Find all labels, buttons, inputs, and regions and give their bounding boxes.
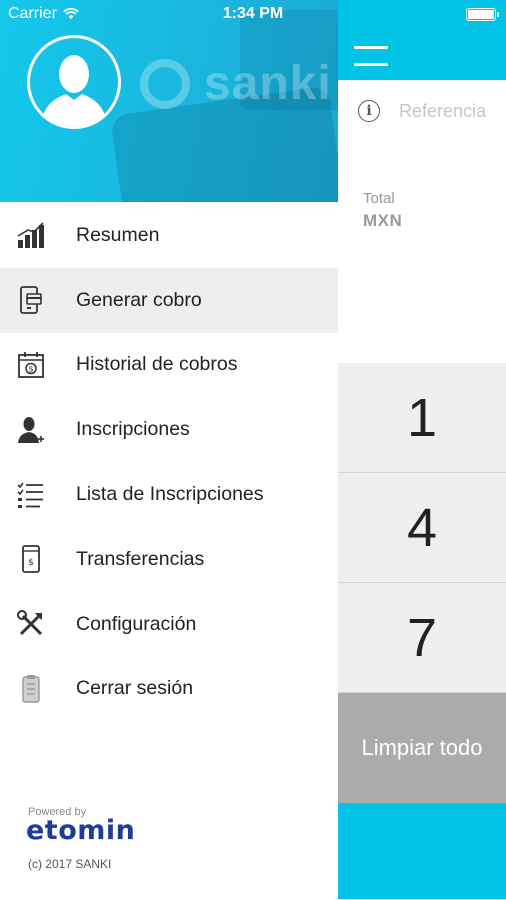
- main-header: [338, 0, 506, 80]
- main-screen: i Referencia Total MXN 1 4 7 Limpiar tod…: [338, 0, 506, 900]
- key-1[interactable]: 1: [338, 363, 506, 473]
- menu-label: Generar cobro: [76, 288, 202, 311]
- clear-all-button[interactable]: Limpiar todo: [338, 693, 506, 803]
- reference-input[interactable]: Referencia: [399, 101, 486, 122]
- bar-chart-icon: [17, 222, 44, 249]
- total-currency: MXN: [363, 211, 403, 230]
- etomin-logo: etomin: [26, 815, 136, 846]
- menu-label: Inscripciones: [76, 418, 190, 441]
- navigation-drawer: sanki Carrier 1:34 PM Resumen Generar co…: [0, 0, 338, 900]
- battery-icon: [466, 8, 499, 21]
- svg-text:$: $: [28, 364, 33, 373]
- menu-item-configuracion[interactable]: Configuración: [0, 592, 338, 657]
- menu-item-cerrar-sesion[interactable]: Cerrar sesión: [0, 657, 338, 722]
- brand-watermark: sanki: [140, 56, 332, 111]
- drawer-menu: Resumen Generar cobro $ Historial de cob…: [0, 203, 338, 721]
- avatar[interactable]: [27, 35, 121, 129]
- brand-watermark-icon: [140, 58, 190, 109]
- user-silhouette-icon: [40, 55, 108, 126]
- tools-icon: [17, 610, 43, 636]
- reference-field-row[interactable]: i Referencia: [358, 100, 486, 122]
- menu-label: Configuración: [76, 612, 197, 635]
- copyright-label: (c) 2017 SANKI: [28, 857, 112, 871]
- total-label: Total: [363, 190, 395, 207]
- menu-hamburger-icon[interactable]: [354, 46, 388, 66]
- menu-item-resumen[interactable]: Resumen: [0, 203, 338, 268]
- key-7[interactable]: 7: [338, 583, 506, 693]
- status-time: 1:34 PM: [222, 5, 284, 22]
- checklist-icon: [17, 482, 43, 508]
- menu-item-lista-inscripciones[interactable]: Lista de Inscripciones: [0, 462, 338, 527]
- svg-text:$: $: [28, 558, 34, 568]
- key-4[interactable]: 4: [338, 473, 506, 583]
- menu-item-historial[interactable]: $ Historial de cobros: [0, 333, 338, 398]
- menu-label: Cerrar sesión: [76, 677, 194, 700]
- phone-transfer-icon: $: [22, 545, 40, 574]
- calendar-money-icon: $: [18, 351, 44, 378]
- menu-label: Historial de cobros: [76, 353, 238, 376]
- logout-icon: [22, 674, 40, 703]
- menu-label: Resumen: [76, 223, 160, 246]
- menu-label: Transferencias: [76, 547, 205, 570]
- menu-item-transferencias[interactable]: $ Transferencias: [0, 527, 338, 592]
- keypad: 1 4 7 Limpiar todo: [338, 363, 506, 899]
- user-add-icon: [18, 416, 44, 443]
- brand-watermark-text: sanki: [204, 57, 332, 110]
- menu-item-generar-cobro[interactable]: Generar cobro: [0, 267, 338, 333]
- menu-label: Lista de Inscripciones: [76, 483, 264, 506]
- drawer-header: sanki Carrier: [0, 0, 338, 202]
- menu-item-inscripciones[interactable]: Inscripciones: [0, 397, 338, 462]
- charge-action-button[interactable]: [338, 803, 506, 899]
- payment-terminal-icon: [20, 286, 42, 315]
- info-icon[interactable]: i: [358, 100, 380, 122]
